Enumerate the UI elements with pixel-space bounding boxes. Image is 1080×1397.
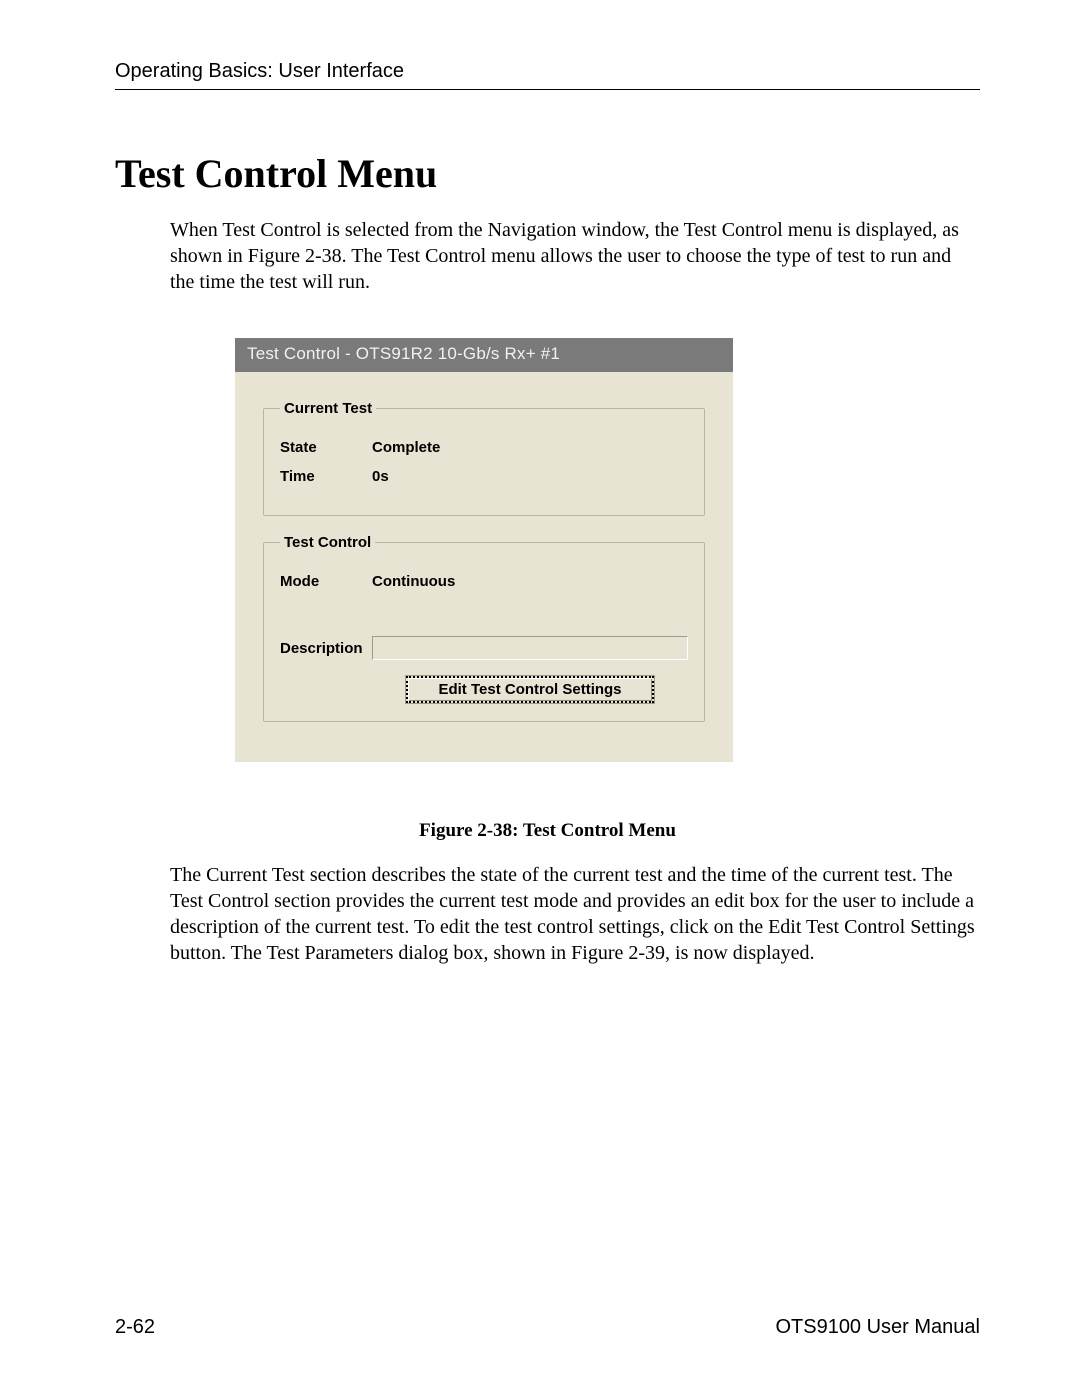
description-label: Description (280, 640, 372, 657)
mode-label: Mode (280, 573, 372, 590)
page-number: 2-62 (115, 1316, 155, 1339)
current-test-group: Current Test State Complete Time 0s (263, 400, 705, 516)
panel-titlebar: Test Control - OTS91R2 10-Gb/s Rx+ #1 (235, 338, 733, 372)
intro-paragraph: When Test Control is selected from the N… (170, 217, 980, 295)
doc-title: OTS9100 User Manual (775, 1316, 980, 1339)
section-title: Test Control Menu (115, 150, 980, 197)
test-control-group: Test Control Mode Continuous Description… (263, 534, 705, 722)
state-value: Complete (372, 439, 440, 456)
figure-screenshot: Test Control - OTS91R2 10-Gb/s Rx+ #1 Cu… (235, 337, 980, 762)
time-label: Time (280, 468, 372, 485)
description-input[interactable] (372, 636, 688, 660)
test-control-legend: Test Control (280, 534, 375, 551)
mode-value: Continuous (372, 573, 455, 590)
test-control-panel: Test Control - OTS91R2 10-Gb/s Rx+ #1 Cu… (235, 337, 733, 762)
edit-test-control-settings-button[interactable]: Edit Test Control Settings (406, 676, 653, 703)
outro-paragraph: The Current Test section describes the s… (170, 862, 980, 966)
state-label: State (280, 439, 372, 456)
figure-caption: Figure 2-38: Test Control Menu (115, 820, 980, 842)
running-head: Operating Basics: User Interface (115, 60, 980, 90)
current-test-legend: Current Test (280, 400, 376, 417)
time-value: 0s (372, 468, 389, 485)
